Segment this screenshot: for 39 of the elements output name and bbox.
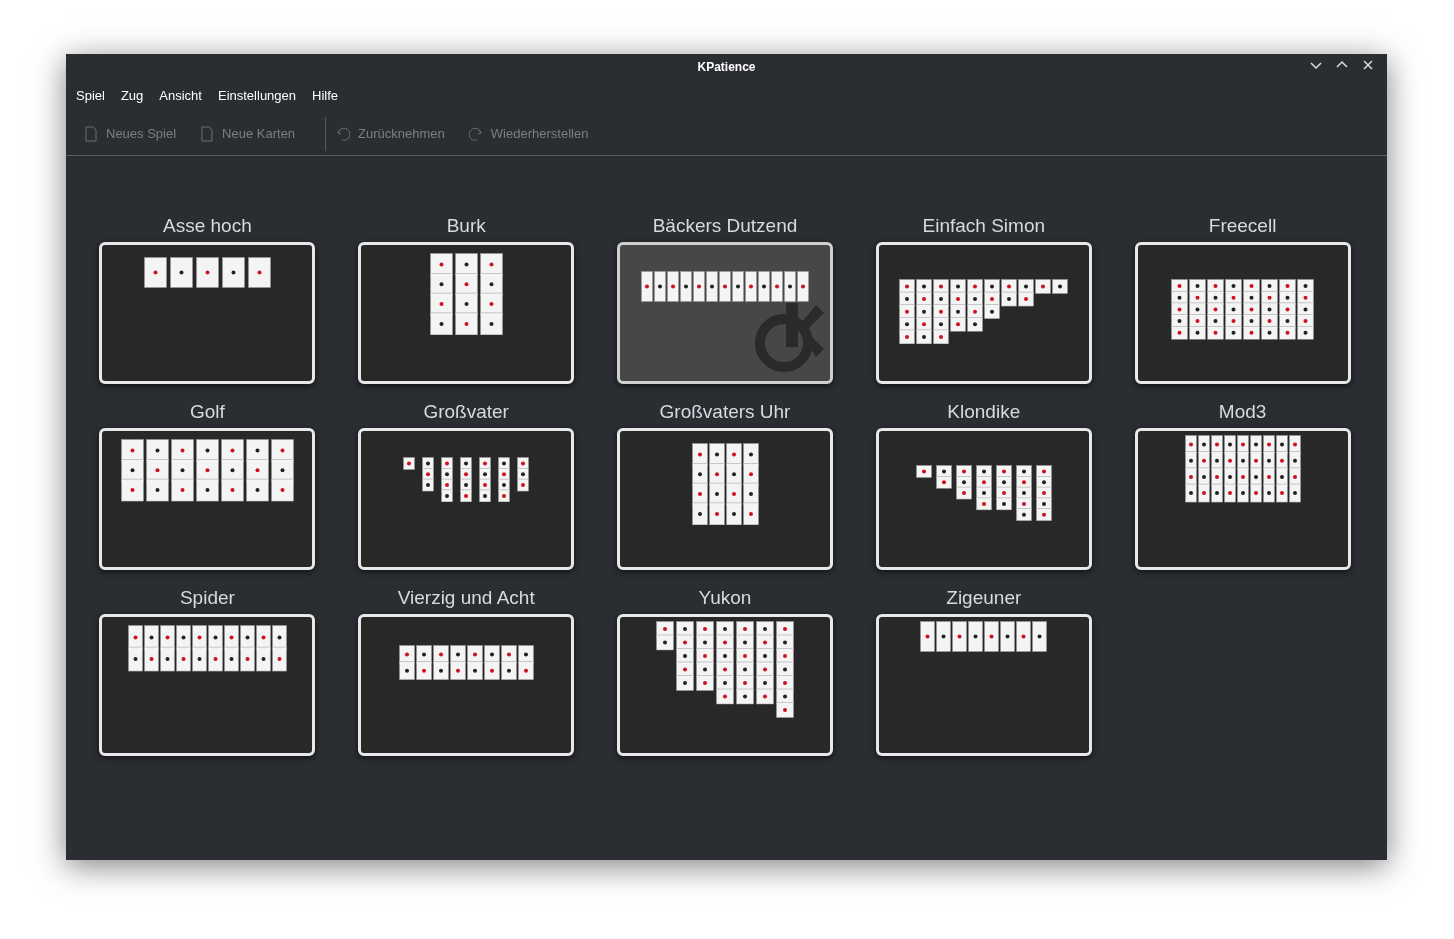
menu-item[interactable]: Zug [114, 86, 150, 106]
game-title: Asse hoch [163, 214, 252, 238]
menu-item[interactable]: Hilfe [306, 86, 345, 106]
game-preview[interactable] [875, 614, 1092, 756]
game-preview[interactable] [1134, 242, 1351, 384]
undo-arrow-icon [336, 125, 351, 142]
game-title: Großvater [423, 400, 509, 424]
close-icon[interactable] [1361, 58, 1375, 72]
game-title: Burk [446, 214, 486, 238]
game-preview[interactable] [1134, 428, 1351, 570]
game-title: Freecell [1208, 214, 1277, 238]
window-title: KPatience [697, 59, 756, 76]
game-title: Zigeuner [946, 586, 1022, 610]
game-title: Golf [189, 400, 225, 424]
game-preview[interactable] [99, 242, 316, 384]
game-preview[interactable] [358, 242, 575, 384]
menu-item[interactable]: Ansicht [153, 86, 208, 106]
game-title: Yukon [698, 586, 752, 610]
game-preview[interactable] [875, 242, 1092, 384]
document-icon [84, 125, 98, 142]
game-preview[interactable] [617, 242, 833, 384]
game-title: Bäckers Dutzend [652, 214, 798, 238]
game-title: Vierzig und Acht [397, 586, 535, 610]
game-preview[interactable] [99, 614, 316, 756]
game-title: Klondike [947, 400, 1021, 424]
game-preview[interactable] [617, 428, 833, 570]
game-title: Einfach Simon [922, 214, 1046, 238]
game-preview[interactable] [875, 428, 1092, 570]
game-preview[interactable] [617, 614, 833, 756]
game-title: Spider [179, 586, 235, 610]
menu-item[interactable]: Spiel [70, 86, 111, 106]
document-icon [200, 125, 215, 142]
game-title: Großvaters Uhr [659, 400, 791, 424]
game-title: Mod3 [1218, 400, 1267, 424]
game-preview[interactable] [99, 428, 316, 570]
menu-item[interactable]: Einstellungen [211, 86, 303, 106]
game-preview[interactable] [358, 428, 575, 570]
redo-arrow-icon [468, 125, 483, 142]
game-preview[interactable] [358, 614, 575, 756]
